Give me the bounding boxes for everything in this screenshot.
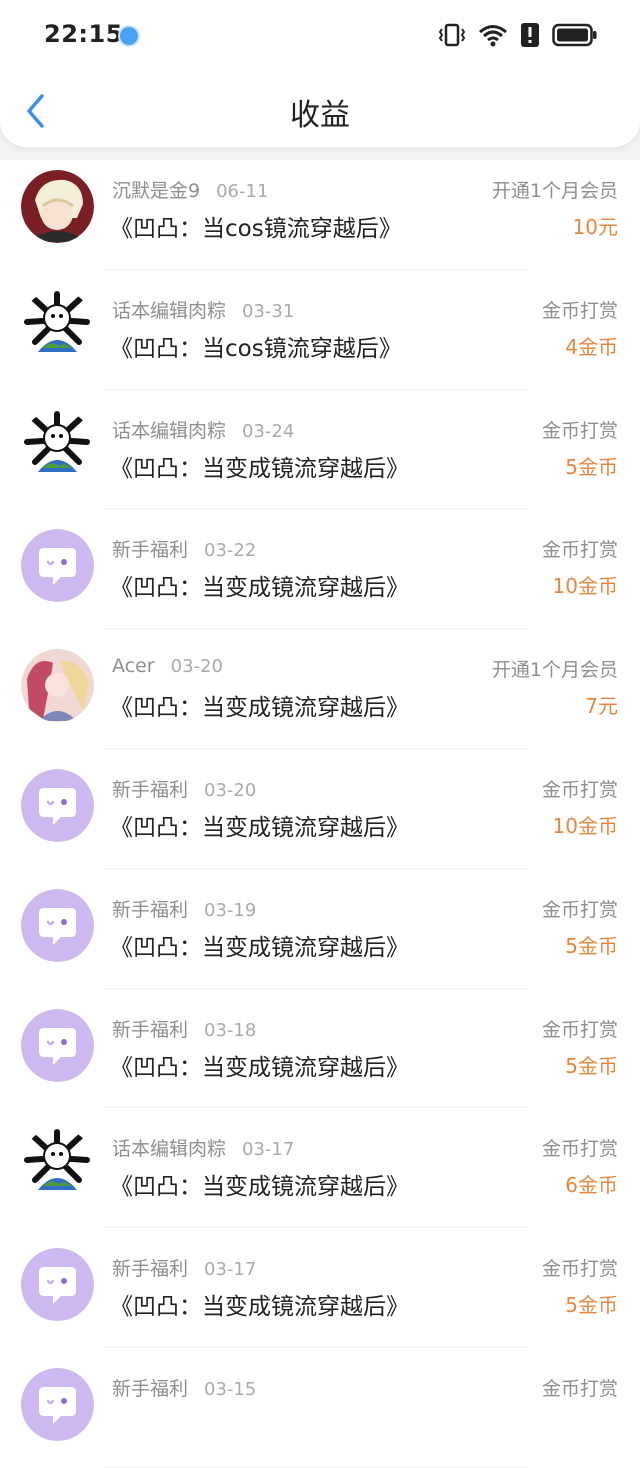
sender-name: 新手福利 03-17 (112, 1254, 256, 1281)
earning-record[interactable]: 沉默是金9 06-11 《凹凸：当cos镜流穿越后》 开通1个月会员 10元 (0, 150, 640, 270)
earning-record[interactable]: 新手福利 03-15 金币打赏 (0, 1348, 640, 1468)
avatar-earth (21, 289, 94, 363)
status-icons (438, 22, 598, 48)
record-date: 03-31 (242, 300, 295, 322)
avatar-chat-bubble (21, 888, 94, 962)
wifi-icon (479, 25, 507, 47)
sender-name-text: 话本编辑肉粽 (112, 299, 227, 322)
earning-amount: 7元 (585, 694, 618, 719)
avatar-chat-bubble (21, 768, 94, 842)
sender-name-text: Acer (112, 655, 155, 678)
earnings-list: 沉默是金9 06-11 《凹凸：当cos镜流穿越后》 开通1个月会员 10元 话本… (0, 150, 640, 1468)
earning-amount: 5金币 (565, 454, 618, 479)
earning-record[interactable]: 新手福利 03-18 《凹凸：当变成镜流穿越后》 金币打赏 5金币 (0, 989, 640, 1109)
book-title: 《凹凸：当变成镜流穿越后》 (110, 695, 409, 722)
battery-icon (552, 23, 597, 47)
earning-record[interactable]: Acer 03-20 《凹凸：当变成镜流穿越后》 开通1个月会员 7元 (0, 629, 640, 749)
record-date: 03-24 (242, 420, 295, 442)
earning-type: 金币打赏 (541, 1377, 618, 1400)
sender-name: 话本编辑肉粽 03-31 (112, 296, 294, 323)
record-date: 06-11 (216, 181, 269, 202)
book-title: 《凹凸：当变成镜流穿越后》 (110, 1294, 409, 1321)
back-arrow-icon[interactable] (22, 92, 52, 130)
earning-type: 金币打赏 (541, 1258, 618, 1281)
sender-name: 新手福利 03-22 (112, 535, 256, 562)
book-title: 《凹凸：当变成镜流穿越后》 (110, 934, 409, 961)
record-date: 03-19 (204, 899, 257, 921)
earning-record[interactable]: 新手福利 03-20 《凹凸：当变成镜流穿越后》 金币打赏 10金币 (0, 749, 640, 869)
avatar-chat-bubble (21, 529, 94, 603)
record-date: 03-17 (242, 1139, 295, 1161)
sender-name-text: 话本编辑肉粽 (112, 419, 227, 442)
sender-name: 新手福利 03-19 (112, 895, 256, 922)
sender-name-text: 新手福利 (112, 1018, 189, 1041)
sender-name-text: 新手福利 (112, 1258, 189, 1281)
earning-type: 金币打赏 (541, 539, 618, 562)
earning-type: 金币打赏 (541, 299, 618, 322)
earning-amount: 10金币 (552, 813, 618, 838)
sender-name-text: 新手福利 (112, 539, 189, 562)
vibrate-icon (438, 23, 466, 47)
book-title: 《凹凸：当变成镜流穿越后》 (110, 814, 409, 841)
sender-name-text: 话本编辑肉粽 (112, 1138, 227, 1161)
earning-type: 金币打赏 (541, 778, 618, 801)
record-date: 03-17 (204, 1259, 257, 1281)
record-date: 03-18 (204, 1019, 257, 1041)
earning-type: 金币打赏 (541, 1018, 618, 1041)
earning-record[interactable]: 话本编辑肉粽 03-24 《凹凸：当变成镜流穿越后》 金币打赏 5金币 (0, 390, 640, 510)
book-title: 《凹凸：当cos镜流穿越后》 (110, 216, 402, 242)
alert-icon (521, 23, 539, 47)
avatar-photo-2 (21, 649, 94, 723)
earning-amount: 4金币 (565, 334, 618, 359)
earning-record[interactable]: 新手福利 03-19 《凹凸：当变成镜流穿越后》 金币打赏 5金币 (0, 869, 640, 989)
book-title: 《凹凸：当变成镜流穿越后》 (110, 455, 409, 482)
sender-name-text: 新手福利 (112, 1377, 189, 1400)
earning-type: 金币打赏 (541, 1138, 618, 1161)
earning-record[interactable]: 话本编辑肉粽 03-17 《凹凸：当变成镜流穿越后》 金币打赏 6金币 (0, 1108, 640, 1229)
book-title: 《凹凸：当变成镜流穿越后》 (110, 1054, 409, 1081)
sender-name: 新手福利 03-20 (112, 775, 256, 802)
earning-amount: 5金币 (565, 1293, 618, 1318)
avatar-chat-bubble (21, 1008, 94, 1082)
earning-amount: 5金币 (565, 933, 618, 958)
avatar-chat-bubble (21, 1248, 94, 1322)
page-title: 收益 (290, 98, 350, 133)
earning-type: 金币打赏 (541, 898, 618, 921)
sender-name: 话本编辑肉粽 03-17 (112, 1134, 294, 1161)
earning-type: 开通1个月会员 (491, 659, 618, 682)
sender-name: 沉默是金9 06-11 (112, 176, 268, 203)
sender-name-text: 新手福利 (112, 778, 189, 801)
status-time: 22:15 (44, 20, 123, 48)
sender-name: Acer 03-20 (112, 655, 223, 677)
avatar-earth (21, 409, 94, 483)
sender-name: 新手福利 03-18 (112, 1015, 256, 1042)
record-date: 03-22 (204, 540, 257, 562)
avatar-photo-1 (21, 170, 94, 243)
sender-name: 新手福利 03-15 (112, 1374, 256, 1401)
book-title: 《凹凸：当cos镜流穿越后》 (110, 335, 402, 362)
record-date: 03-15 (204, 1378, 257, 1400)
avatar-chat-bubble (21, 1367, 94, 1441)
sender-name-text: 沉默是金9 (112, 180, 201, 202)
app-header: 22:15 收益 (0, 0, 640, 147)
record-date: 03-20 (204, 779, 257, 801)
earning-record[interactable]: 新手福利 03-22 《凹凸：当变成镜流穿越后》 金币打赏 10金币 (0, 509, 640, 630)
earning-amount: 10元 (572, 215, 618, 239)
record-date: 03-20 (170, 656, 223, 678)
avatar-earth (21, 1128, 94, 1202)
earning-amount: 5金币 (565, 1053, 618, 1078)
earning-record[interactable]: 话本编辑肉粽 03-31 《凹凸：当cos镜流穿越后》 金币打赏 4金币 (0, 270, 640, 390)
earning-record[interactable]: 新手福利 03-17 《凹凸：当变成镜流穿越后》 金币打赏 5金币 (0, 1228, 640, 1348)
earning-amount: 10金币 (552, 574, 618, 599)
sender-name-text: 新手福利 (112, 898, 189, 921)
earning-amount: 6金币 (565, 1173, 618, 1198)
earning-type: 金币打赏 (541, 419, 618, 442)
earning-type: 开通1个月会员 (491, 180, 618, 202)
book-title: 《凹凸：当变成镜流穿越后》 (110, 575, 409, 602)
notification-icon (120, 27, 138, 45)
sender-name: 话本编辑肉粽 03-24 (112, 416, 294, 443)
book-title: 《凹凸：当变成镜流穿越后》 (110, 1174, 409, 1201)
